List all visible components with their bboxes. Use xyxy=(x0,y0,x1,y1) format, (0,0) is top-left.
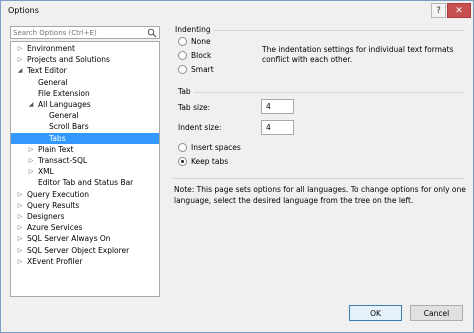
close-button[interactable]: ✕ xyxy=(447,3,471,18)
indent-size-field[interactable] xyxy=(261,120,294,135)
tree-item[interactable]: ◢ All Languages xyxy=(11,99,159,110)
tree-item[interactable]: ▷ Plain Text xyxy=(11,144,159,155)
tree-item[interactable]: ▷ Query Results xyxy=(11,200,159,211)
tree-item[interactable]: ▷ XEvent Profiler xyxy=(11,256,159,267)
tree-item[interactable]: General xyxy=(11,110,159,121)
indenting-block-option[interactable]: Block xyxy=(178,50,211,61)
tree-item-label: XML xyxy=(38,167,54,177)
insert-spaces-label: Insert spaces xyxy=(191,143,241,152)
tab-size-label: Tab size: xyxy=(178,103,211,112)
indenting-smart-label: Smart xyxy=(191,65,214,74)
indenting-none-option[interactable]: None xyxy=(178,36,211,47)
indenting-smart-radio[interactable] xyxy=(178,65,187,74)
tree-item[interactable]: ▷ Projects and Solutions xyxy=(11,54,159,65)
collapsed-arrow-icon[interactable]: ▷ xyxy=(16,43,24,54)
indent-size-input[interactable] xyxy=(262,121,293,134)
collapsed-arrow-icon[interactable]: ▷ xyxy=(16,256,24,267)
tree-item[interactable]: General xyxy=(11,77,159,88)
tab-section-title: Tab xyxy=(178,87,191,96)
tree-item-label: Scroll Bars xyxy=(49,122,89,132)
tree-item-label: SQL Server Object Explorer xyxy=(27,245,130,255)
cancel-button[interactable]: Cancel xyxy=(410,305,463,321)
indenting-conflict-description: The indentation settings for individual … xyxy=(262,45,454,64)
title-bar[interactable]: Options ? ✕ xyxy=(1,1,473,21)
indent-size-label: Indent size: xyxy=(178,123,222,132)
tree-item-label: SQL Server Always On xyxy=(27,234,111,244)
collapsed-arrow-icon[interactable]: ▷ xyxy=(16,200,24,211)
tree-item[interactable]: ▷ SQL Server Always On xyxy=(11,233,159,244)
tree-item-label: Text Editor xyxy=(27,66,67,76)
options-tree[interactable]: ▷ Environment ▷ Projects and Solutions ◢ Text… xyxy=(10,41,160,297)
options-dialog: Options ? ✕ ▷Environment▷Projects and So… xyxy=(0,0,474,333)
tree-item-label: Editor Tab and Status Bar xyxy=(38,178,134,188)
expanded-arrow-icon[interactable]: ◢ xyxy=(27,99,35,110)
tree-item-label: File Extension xyxy=(38,88,90,98)
tree-item-label: General xyxy=(49,111,79,121)
tree-item[interactable]: ▷ XML xyxy=(11,166,159,177)
indenting-none-label: None xyxy=(191,37,211,46)
tab-size-field[interactable] xyxy=(261,99,294,114)
indenting-section-title: Indenting xyxy=(175,25,211,34)
keep-tabs-option[interactable]: Keep tabs xyxy=(178,156,228,167)
collapsed-arrow-icon[interactable]: ▷ xyxy=(16,222,24,233)
search-input[interactable] xyxy=(13,28,141,38)
tree-item-label: Projects and Solutions xyxy=(27,55,110,65)
keep-tabs-radio[interactable] xyxy=(178,157,187,166)
tree-item[interactable]: ▷ Azure Services xyxy=(11,222,159,233)
tree-item[interactable]: ▷ Designers xyxy=(11,211,159,222)
tree-item[interactable]: File Extension xyxy=(11,88,159,99)
ok-button[interactable]: OK xyxy=(349,305,402,321)
indenting-none-radio[interactable] xyxy=(178,37,187,46)
tree-item-label: Plain Text xyxy=(38,144,74,154)
search-icon[interactable] xyxy=(147,28,157,38)
tree-item[interactable]: Scroll Bars xyxy=(11,121,159,132)
expanded-arrow-icon[interactable]: ◢ xyxy=(16,65,24,76)
tree-item-label: Tabs xyxy=(49,133,66,143)
collapsed-arrow-icon[interactable]: ▷ xyxy=(16,54,24,65)
window-title: Options xyxy=(8,6,39,15)
tree-item-label: All Languages xyxy=(38,100,91,109)
note-divider xyxy=(173,178,465,179)
collapsed-arrow-icon[interactable]: ▷ xyxy=(16,211,24,222)
tree-item-label: Query Execution xyxy=(27,189,89,199)
indenting-smart-option[interactable]: Smart xyxy=(178,64,214,75)
tree-item-label: Designers xyxy=(27,212,65,221)
insert-spaces-option[interactable]: Insert spaces xyxy=(178,142,241,153)
tree-item[interactable]: Tabs xyxy=(11,132,159,144)
language-note: Note: This page sets options for all lan… xyxy=(174,185,466,205)
tree-item-label: Query Results xyxy=(27,200,80,210)
help-button[interactable]: ? xyxy=(431,3,446,18)
tree-item-label: Transact-SQL xyxy=(38,156,88,165)
tree-item-label: Environment xyxy=(27,44,75,53)
keep-tabs-label: Keep tabs xyxy=(191,157,229,166)
tree-item-label: Azure Services xyxy=(27,223,83,233)
collapsed-arrow-icon[interactable]: ▷ xyxy=(27,144,35,155)
insert-spaces-radio[interactable] xyxy=(178,143,187,152)
collapsed-arrow-icon[interactable]: ▷ xyxy=(27,155,35,166)
search-box[interactable] xyxy=(10,26,160,39)
tree-item[interactable]: ▷ SQL Server Object Explorer xyxy=(11,245,159,256)
tree-item[interactable]: ◢ Text Editor xyxy=(11,65,159,76)
indenting-block-radio[interactable] xyxy=(178,51,187,60)
tree-item[interactable]: ▷ Query Execution xyxy=(11,189,159,200)
indenting-block-label: Block xyxy=(191,51,212,60)
collapsed-arrow-icon[interactable]: ▷ xyxy=(16,233,24,244)
indenting-divider xyxy=(213,30,465,31)
collapsed-arrow-icon[interactable]: ▷ xyxy=(16,245,24,256)
tree-item[interactable]: ▷ Environment xyxy=(11,43,159,54)
collapsed-arrow-icon[interactable]: ▷ xyxy=(27,166,35,177)
tab-divider xyxy=(194,92,465,93)
collapsed-arrow-icon[interactable]: ▷ xyxy=(16,189,24,200)
tree-item[interactable]: Editor Tab and Status Bar xyxy=(11,177,159,188)
tree-item-label: General xyxy=(38,77,68,87)
tree-item[interactable]: ▷ Transact-SQL xyxy=(11,155,159,166)
tab-size-input[interactable] xyxy=(262,100,293,113)
tree-item-label: XEvent Profiler xyxy=(27,256,83,266)
